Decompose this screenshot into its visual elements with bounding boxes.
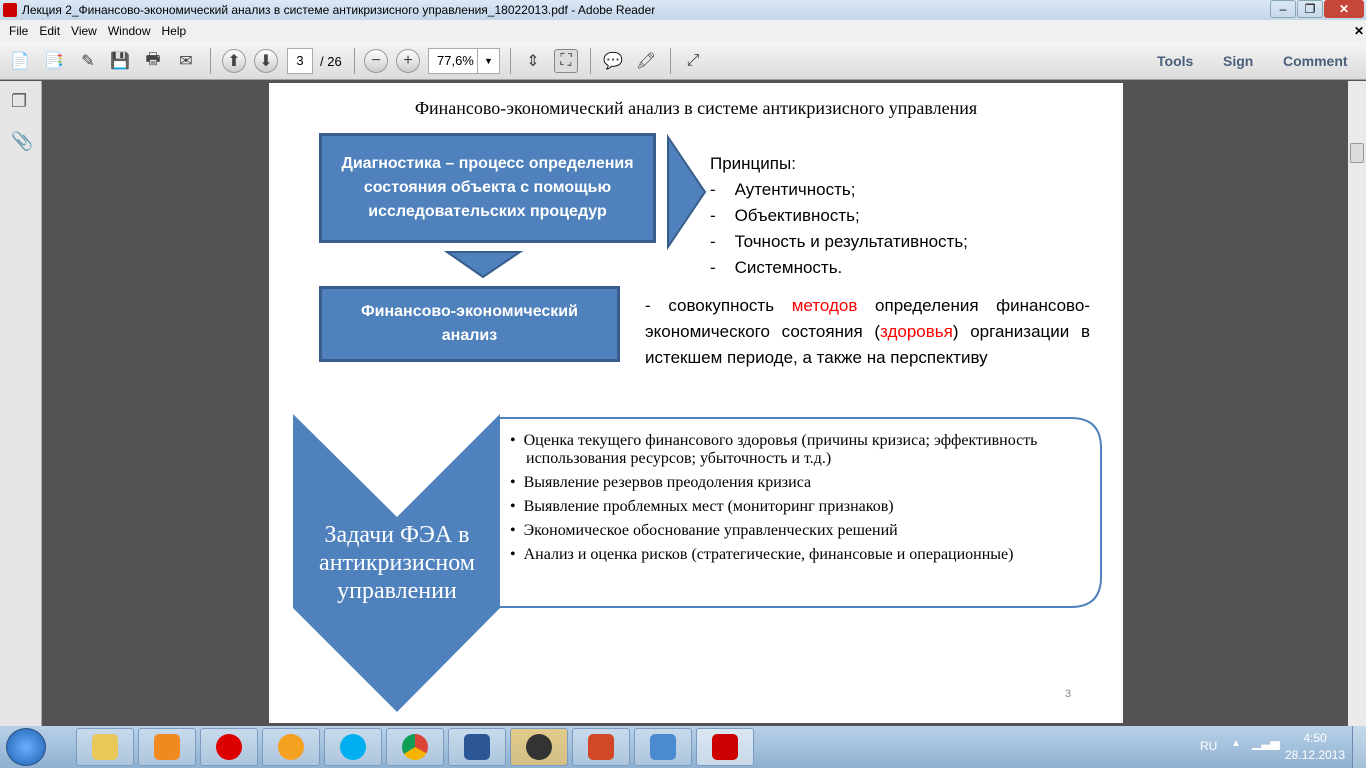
zoom-select[interactable]: 77,6% ▼ <box>428 48 500 74</box>
restore-button[interactable]: ❐ <box>1297 0 1323 18</box>
close-document-icon[interactable]: ✕ <box>1354 20 1364 42</box>
fullscreen-icon[interactable]: ⤢ <box>681 49 705 73</box>
attachment-icon[interactable]: 📎 <box>11 131 33 152</box>
save-icon[interactable]: 💾 <box>108 49 132 73</box>
edit-icon[interactable]: ✎ <box>76 49 100 73</box>
chrome-icon <box>402 734 428 760</box>
next-page-icon[interactable]: ⬇ <box>254 49 278 73</box>
task-item: • Анализ и оценка рисков (стратегические… <box>510 546 1014 563</box>
menu-window[interactable]: Window <box>108 24 151 38</box>
task-item: • Оценка текущего финансового здоровья (… <box>510 432 1038 467</box>
taskbar-publisher[interactable] <box>634 728 692 766</box>
show-desktop-button[interactable] <box>1352 726 1366 768</box>
vertical-scrollbar[interactable] <box>1348 81 1366 726</box>
chevron-down-icon[interactable]: ▼ <box>477 49 499 73</box>
window-title: Лекция 2_Финансово-экономический анализ … <box>22 3 656 17</box>
scrollbar-thumb[interactable] <box>1350 143 1364 163</box>
folder-icon <box>92 734 118 760</box>
taskbar-opera[interactable] <box>200 728 258 766</box>
skype-icon <box>340 734 366 760</box>
close-button[interactable]: ✕ <box>1324 0 1364 18</box>
clock-time[interactable]: 4:50 <box>1290 731 1340 745</box>
highlight-icon[interactable]: 🖍 <box>634 49 658 73</box>
powerpoint-icon <box>588 734 614 760</box>
language-indicator[interactable]: RU <box>1200 739 1217 753</box>
start-button[interactable] <box>6 728 46 766</box>
pdf-page: Финансово-экономический анализ в системе… <box>269 83 1123 723</box>
menu-view[interactable]: View <box>71 24 97 38</box>
analysis-definition: - совокупность методов определения финан… <box>645 296 1090 367</box>
principles: Принципы: - Аутентичность; - Объективнос… <box>710 151 968 281</box>
tools-button[interactable]: Tools <box>1157 53 1193 69</box>
analysis-box: Финансово-экономический анализ <box>319 286 620 362</box>
opera-icon <box>216 734 242 760</box>
menu-bar: File Edit View Window Help ✕ <box>0 20 1366 42</box>
principle-item: - Точность и результативность; <box>710 232 968 251</box>
menu-file[interactable]: File <box>9 24 28 38</box>
chevron-label: Задачи ФЭА в антикризисном управлении <box>319 522 475 604</box>
navigation-panel: ❐ 📎 <box>0 81 42 726</box>
diagnostics-box: Диагностика – процесс определения состоя… <box>319 133 656 243</box>
pages-icon[interactable]: ❐ <box>11 91 27 112</box>
comment-button[interactable]: Comment <box>1283 53 1348 69</box>
menu-help[interactable]: Help <box>162 24 187 38</box>
network-icon[interactable]: ▁▃▅ <box>1252 736 1280 750</box>
principle-item: - Системность. <box>710 258 843 277</box>
email-icon[interactable]: ✉ <box>174 49 198 73</box>
zoom-in-icon[interactable]: + <box>396 49 420 73</box>
title-bar: Лекция 2_Финансово-экономический анализ … <box>0 0 1366 20</box>
sign-button[interactable]: Sign <box>1223 53 1253 69</box>
taskbar-mail[interactable] <box>262 728 320 766</box>
page-total: / 26 <box>320 54 342 69</box>
slide-title: Финансово-экономический анализ в системе… <box>414 98 978 118</box>
create-pdf-icon[interactable]: 📄 <box>8 49 32 73</box>
mail-icon <box>278 734 304 760</box>
page-number: 3 <box>1065 688 1072 700</box>
task-item: • Выявление проблемных мест (мониторинг … <box>510 498 894 515</box>
clock-date[interactable]: 28.12.2013 <box>1284 748 1346 762</box>
toolbar: 📄 📑 ✎ 💾 🖶 ✉ ⬆ ⬇ 3 / 26 − + 77,6% ▼ ⇕ ⛶ 💬 … <box>0 42 1366 80</box>
fit-page-icon[interactable]: ⛶ <box>554 49 578 73</box>
taskbar-media[interactable] <box>138 728 196 766</box>
taskbar-explorer[interactable] <box>76 728 134 766</box>
print-icon[interactable]: 🖶 <box>141 49 165 73</box>
show-hidden-icons[interactable]: ▲ <box>1231 738 1241 749</box>
hp-icon <box>526 734 552 760</box>
taskbar-word[interactable] <box>448 728 506 766</box>
zoom-out-icon[interactable]: − <box>364 49 388 73</box>
page-number-input[interactable]: 3 <box>287 48 313 74</box>
right-arrow <box>667 133 707 251</box>
taskbar-chrome[interactable] <box>386 728 444 766</box>
minimize-button[interactable]: – <box>1270 0 1296 18</box>
task-item: • Экономическое обоснование управленческ… <box>510 522 898 539</box>
zoom-value: 77,6% <box>437 53 474 68</box>
pdf-icon <box>3 3 17 17</box>
principle-item: - Аутентичность; <box>710 180 856 199</box>
document-icon <box>650 734 676 760</box>
taskbar: RU ▲ ▁▃▅ 4:50 28.12.2013 <box>0 726 1366 768</box>
word-icon <box>464 734 490 760</box>
combine-files-icon[interactable]: 📑 <box>42 49 66 73</box>
taskbar-powerpoint[interactable] <box>572 728 630 766</box>
menu-edit[interactable]: Edit <box>39 24 60 38</box>
principles-title: Принципы: <box>710 154 796 173</box>
down-arrow <box>443 251 524 279</box>
adobe-reader-icon <box>712 734 738 760</box>
scroll-mode-icon[interactable]: ⇕ <box>521 49 545 73</box>
task-item: • Выявление резервов преодоления кризиса <box>510 474 812 491</box>
taskbar-skype[interactable] <box>324 728 382 766</box>
comment-icon[interactable]: 💬 <box>601 49 625 73</box>
previous-page-icon[interactable]: ⬆ <box>222 49 246 73</box>
media-icon <box>154 734 180 760</box>
principle-item: - Объективность; <box>710 206 860 225</box>
taskbar-adobe-reader[interactable] <box>696 728 754 766</box>
taskbar-hp[interactable] <box>510 728 568 766</box>
tasks-list: • Оценка текущего финансового здоровья (… <box>510 432 1070 564</box>
